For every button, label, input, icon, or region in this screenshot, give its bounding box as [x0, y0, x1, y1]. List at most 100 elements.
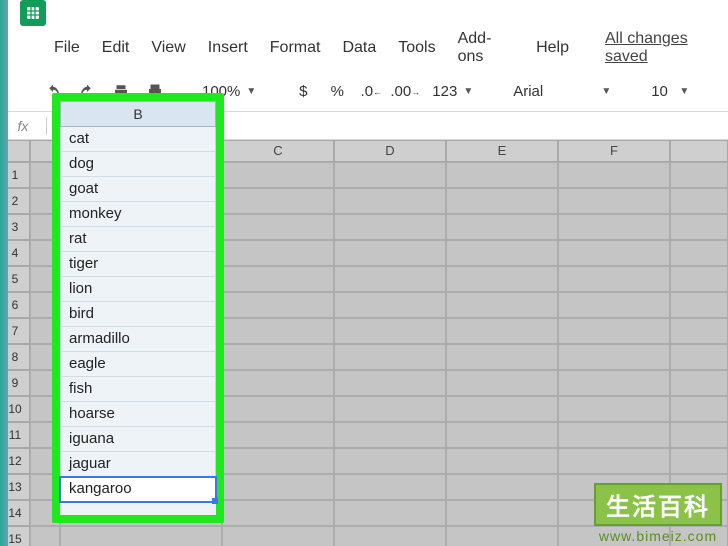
cell[interactable] — [334, 162, 446, 188]
cell[interactable] — [558, 188, 670, 214]
cell[interactable] — [446, 474, 558, 500]
cell[interactable] — [30, 396, 60, 422]
cell[interactable] — [446, 214, 558, 240]
cell[interactable] — [334, 344, 446, 370]
cell[interactable] — [60, 500, 222, 526]
cell[interactable] — [222, 474, 334, 500]
cell[interactable] — [558, 396, 670, 422]
cell[interactable] — [334, 448, 446, 474]
cell[interactable] — [30, 422, 60, 448]
cell[interactable] — [334, 240, 446, 266]
cell[interactable] — [60, 344, 222, 370]
cell[interactable] — [30, 344, 60, 370]
zoom-combo[interactable]: 100%▼ — [196, 79, 262, 105]
cell[interactable] — [222, 318, 334, 344]
cell[interactable] — [60, 526, 222, 546]
cell[interactable] — [60, 370, 222, 396]
number-format-combo[interactable]: 123▼ — [426, 79, 479, 105]
menu-tools[interactable]: Tools — [398, 39, 435, 57]
cell[interactable] — [222, 526, 334, 546]
cell[interactable] — [334, 474, 446, 500]
menu-format[interactable]: Format — [270, 39, 321, 57]
cell[interactable] — [558, 318, 670, 344]
menu-insert[interactable]: Insert — [208, 39, 248, 57]
cell[interactable] — [222, 188, 334, 214]
col-header-blank[interactable] — [670, 140, 728, 162]
cell[interactable] — [446, 500, 558, 526]
cell[interactable] — [558, 370, 670, 396]
cell[interactable] — [446, 240, 558, 266]
cell[interactable] — [558, 422, 670, 448]
cell[interactable] — [30, 526, 60, 546]
cell[interactable] — [670, 162, 728, 188]
col-header-f[interactable]: F — [558, 140, 670, 162]
cell[interactable] — [222, 214, 334, 240]
cell[interactable] — [222, 344, 334, 370]
cell[interactable] — [670, 240, 728, 266]
cell[interactable] — [558, 162, 670, 188]
cell[interactable] — [30, 448, 60, 474]
cell[interactable] — [334, 422, 446, 448]
cell[interactable] — [222, 266, 334, 292]
cell[interactable] — [446, 370, 558, 396]
cell[interactable] — [334, 266, 446, 292]
save-status[interactable]: All changes saved — [605, 30, 728, 66]
menu-view[interactable]: View — [151, 39, 185, 57]
cell[interactable] — [670, 396, 728, 422]
col-header-b[interactable]: B — [60, 140, 222, 162]
menu-data[interactable]: Data — [342, 39, 376, 57]
cell[interactable] — [446, 396, 558, 422]
cell[interactable] — [558, 266, 670, 292]
cell[interactable] — [446, 266, 558, 292]
cell[interactable] — [670, 292, 728, 318]
cell[interactable] — [670, 422, 728, 448]
increase-decimal-button[interactable]: .00→ — [392, 79, 418, 105]
cell[interactable] — [30, 370, 60, 396]
redo-button[interactable] — [74, 79, 100, 105]
cell[interactable] — [60, 448, 222, 474]
cell[interactable] — [60, 318, 222, 344]
menu-edit[interactable]: Edit — [102, 39, 130, 57]
cell[interactable] — [446, 188, 558, 214]
cell[interactable] — [30, 318, 60, 344]
format-currency-button[interactable]: $ — [290, 79, 316, 105]
cell[interactable] — [670, 318, 728, 344]
cell[interactable] — [446, 422, 558, 448]
cell[interactable] — [222, 292, 334, 318]
undo-button[interactable] — [40, 79, 66, 105]
font-combo[interactable]: Arial▼ — [507, 79, 617, 105]
cell[interactable] — [670, 344, 728, 370]
cell[interactable] — [558, 292, 670, 318]
cell[interactable] — [30, 474, 60, 500]
cell[interactable] — [334, 292, 446, 318]
cell[interactable] — [60, 396, 222, 422]
bold-button[interactable]: B — [723, 79, 728, 105]
cell[interactable] — [558, 240, 670, 266]
col-header-d[interactable]: D — [334, 140, 446, 162]
col-header-a[interactable] — [30, 140, 60, 162]
cell[interactable] — [30, 240, 60, 266]
cell[interactable] — [30, 214, 60, 240]
decrease-decimal-button[interactable]: .0← — [358, 79, 384, 105]
cell[interactable] — [334, 396, 446, 422]
cell[interactable] — [60, 422, 222, 448]
cell[interactable] — [334, 318, 446, 344]
cell[interactable] — [30, 162, 60, 188]
cell[interactable] — [446, 318, 558, 344]
cell[interactable] — [558, 214, 670, 240]
cell[interactable] — [670, 370, 728, 396]
col-header-c[interactable]: C — [222, 140, 334, 162]
cell[interactable] — [446, 292, 558, 318]
cell[interactable] — [446, 344, 558, 370]
menu-addons[interactable]: Add-ons — [458, 30, 514, 66]
cell[interactable] — [446, 526, 558, 546]
format-percent-button[interactable]: % — [324, 79, 350, 105]
cell[interactable] — [222, 162, 334, 188]
paint-format-button[interactable] — [142, 79, 168, 105]
cell[interactable] — [222, 422, 334, 448]
menu-help[interactable]: Help — [536, 39, 569, 57]
cell[interactable] — [60, 266, 222, 292]
formula-input[interactable]: kangaroo — [47, 117, 728, 135]
cell[interactable] — [30, 292, 60, 318]
print-button[interactable] — [108, 79, 134, 105]
